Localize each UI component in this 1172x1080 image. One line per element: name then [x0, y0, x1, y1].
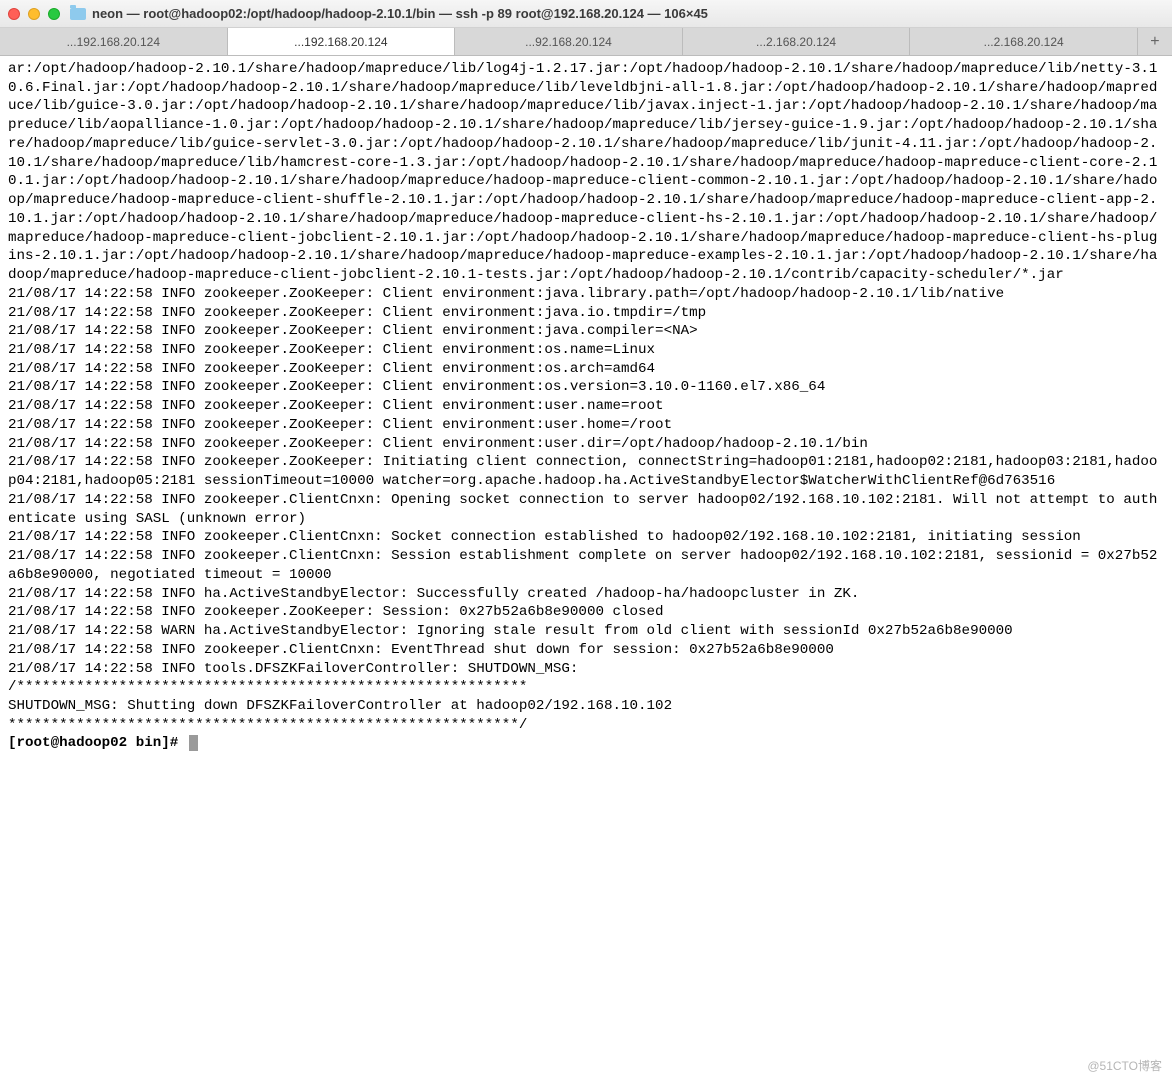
tab-label: ...192.168.20.124 — [294, 35, 387, 49]
plus-icon: + — [1150, 33, 1159, 51]
terminal-tab-2[interactable]: ...92.168.20.124 — [455, 28, 683, 55]
terminal-log-line: 21/08/17 14:22:58 INFO zookeeper.ZooKeep… — [8, 417, 672, 433]
terminal-log-line: 21/08/17 14:22:58 INFO tools.DFSZKFailov… — [8, 661, 578, 677]
terminal-log-line: 21/08/17 14:22:58 INFO zookeeper.ZooKeep… — [8, 305, 706, 321]
terminal-log-line: 21/08/17 14:22:58 INFO ha.ActiveStandbyE… — [8, 586, 859, 602]
terminal-tab-4[interactable]: ...2.168.20.124 — [910, 28, 1138, 55]
terminal-log-line: SHUTDOWN_MSG: Shutting down DFSZKFailove… — [8, 698, 672, 714]
terminal-log-line: 21/08/17 14:22:58 INFO zookeeper.ZooKeep… — [8, 454, 1157, 489]
terminal-log-line: 21/08/17 14:22:58 INFO zookeeper.ClientC… — [8, 642, 834, 658]
terminal-tab-3[interactable]: ...2.168.20.124 — [683, 28, 911, 55]
terminal-log-line: 21/08/17 14:22:58 INFO zookeeper.ClientC… — [8, 529, 1081, 545]
window-title: neon — root@hadoop02:/opt/hadoop/hadoop-… — [92, 6, 708, 21]
maximize-window-button[interactable] — [48, 8, 60, 20]
terminal-log-line: 21/08/17 14:22:58 INFO zookeeper.ClientC… — [8, 492, 1157, 527]
tab-label: ...2.168.20.124 — [984, 35, 1064, 49]
terminal-log-line: /***************************************… — [8, 679, 527, 695]
terminal-log-line: 21/08/17 14:22:58 INFO zookeeper.ZooKeep… — [8, 379, 825, 395]
terminal-log-line: 21/08/17 14:22:58 INFO zookeeper.ZooKeep… — [8, 361, 655, 377]
terminal-log-line: 21/08/17 14:22:58 INFO zookeeper.ClientC… — [8, 548, 1157, 583]
new-tab-button[interactable]: + — [1138, 28, 1172, 55]
watermark: @51CTO博客 — [1087, 1057, 1162, 1074]
tab-label: ...92.168.20.124 — [525, 35, 612, 49]
minimize-window-button[interactable] — [28, 8, 40, 20]
folder-icon — [70, 8, 86, 20]
window-titlebar: neon — root@hadoop02:/opt/hadoop/hadoop-… — [0, 0, 1172, 28]
terminal-log-line: 21/08/17 14:22:58 WARN ha.ActiveStandbyE… — [8, 623, 1013, 639]
shell-prompt: [root@hadoop02 bin]# — [8, 735, 187, 751]
terminal-log-line: 21/08/17 14:22:58 INFO zookeeper.ZooKeep… — [8, 604, 664, 620]
terminal-log-line: 21/08/17 14:22:58 INFO zookeeper.ZooKeep… — [8, 342, 655, 358]
terminal-tab-0[interactable]: ...192.168.20.124 — [0, 28, 228, 55]
traffic-lights — [8, 8, 60, 20]
tab-label: ...192.168.20.124 — [67, 35, 160, 49]
terminal-log-line: 21/08/17 14:22:58 INFO zookeeper.ZooKeep… — [8, 323, 698, 339]
terminal-tab-1[interactable]: ...192.168.20.124 — [228, 28, 456, 55]
terminal-log-line: ****************************************… — [8, 717, 527, 733]
tab-label: ...2.168.20.124 — [756, 35, 836, 49]
terminal-viewport[interactable]: ar:/opt/hadoop/hadoop-2.10.1/share/hadoo… — [0, 56, 1172, 757]
terminal-classpath-line: ar:/opt/hadoop/hadoop-2.10.1/share/hadoo… — [8, 61, 1157, 283]
terminal-log-line: 21/08/17 14:22:58 INFO zookeeper.ZooKeep… — [8, 436, 868, 452]
terminal-log-line: 21/08/17 14:22:58 INFO zookeeper.ZooKeep… — [8, 398, 664, 414]
cursor-icon — [189, 735, 198, 751]
terminal-log-line: 21/08/17 14:22:58 INFO zookeeper.ZooKeep… — [8, 286, 1004, 302]
tab-bar: ...192.168.20.124 ...192.168.20.124 ...9… — [0, 28, 1172, 56]
close-window-button[interactable] — [8, 8, 20, 20]
